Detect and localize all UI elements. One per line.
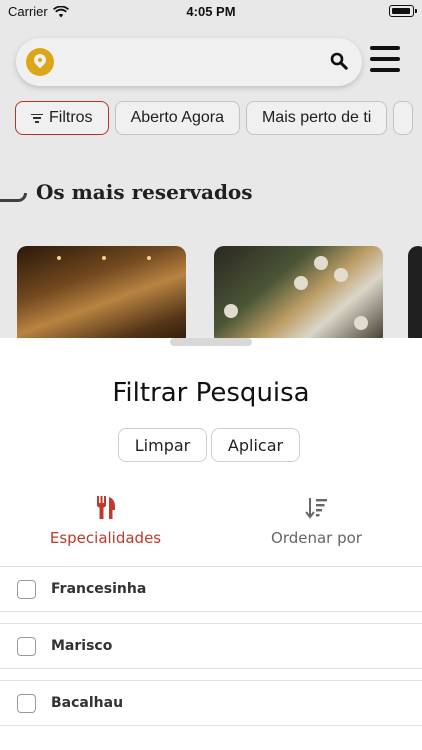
tab-label: Especialidades	[49, 529, 162, 547]
tab-specialties[interactable]: Especialidades	[0, 492, 211, 552]
sort-icon	[304, 498, 327, 519]
checkbox[interactable]	[17, 694, 36, 713]
list-item[interactable]: Bacalhau	[0, 680, 422, 726]
apply-button[interactable]: Aplicar	[211, 428, 300, 462]
list-item[interactable]: Francesinha	[0, 566, 422, 612]
item-label: Bacalhau	[51, 695, 124, 711]
sheet-grabber[interactable]	[170, 338, 252, 346]
tab-sort-by[interactable]: Ordenar por	[211, 492, 422, 552]
list-item[interactable]: Marisco	[0, 623, 422, 669]
tab-label: Ordenar por	[271, 529, 362, 547]
item-label: Francesinha	[51, 581, 147, 597]
specialty-list: Francesinha Marisco Bacalhau	[0, 566, 422, 737]
item-label: Marisco	[51, 638, 113, 654]
checkbox[interactable]	[17, 580, 36, 599]
utensils-icon	[96, 496, 115, 519]
sheet-title: Filtrar Pesquisa	[112, 378, 310, 408]
checkbox[interactable]	[17, 637, 36, 656]
clear-button[interactable]: Limpar	[118, 428, 207, 462]
